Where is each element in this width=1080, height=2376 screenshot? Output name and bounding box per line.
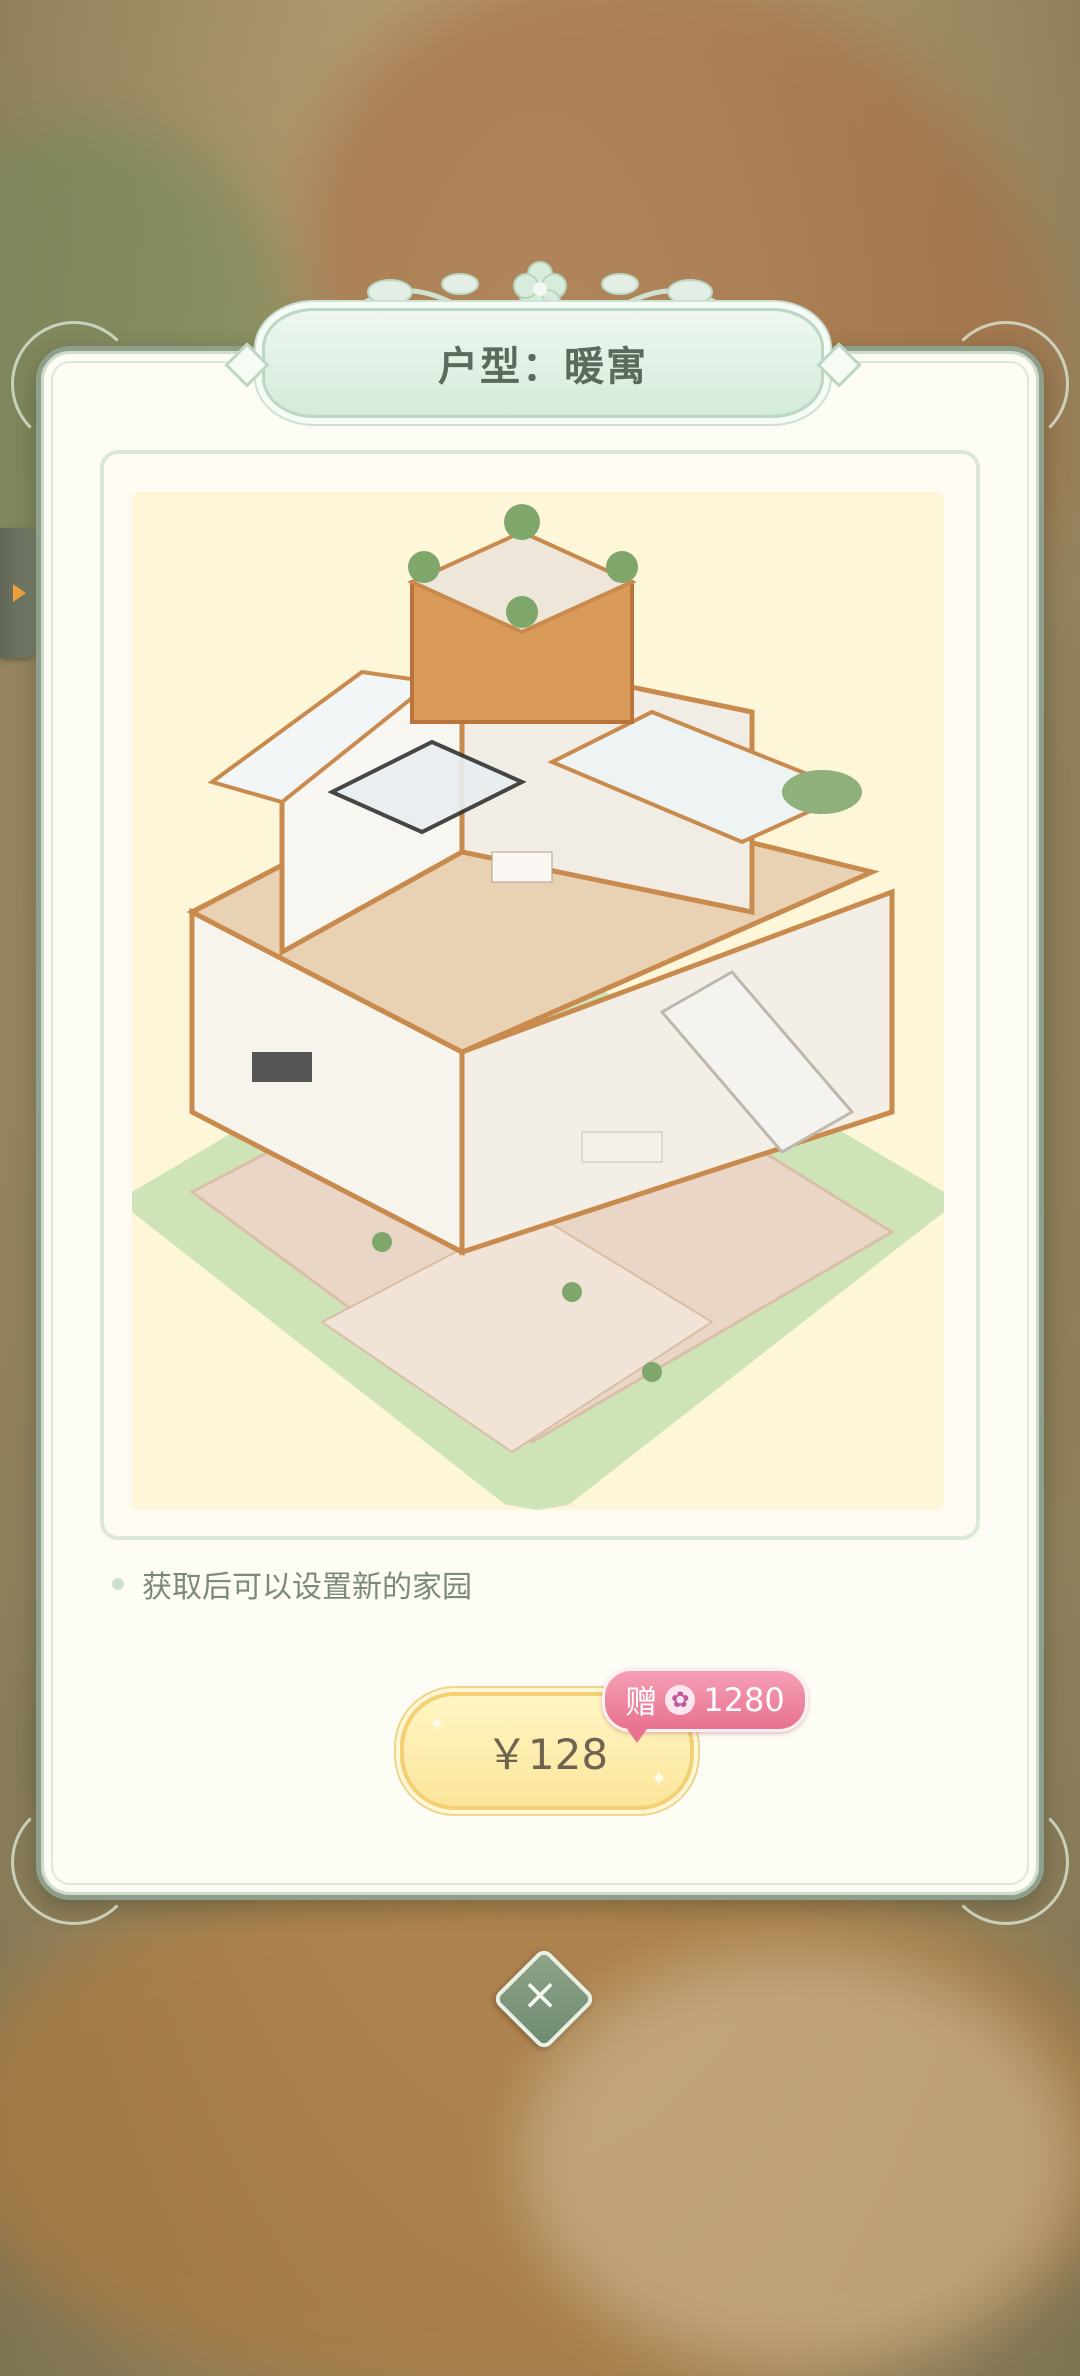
vine-corner-decoration: [943, 321, 1069, 447]
sparkle-icon: ✦: [428, 1712, 447, 1737]
bonus-label: 赠: [625, 1683, 658, 1721]
badge-tail: [627, 1729, 647, 1743]
vine-corner-decoration: [11, 1799, 137, 1925]
title-plaque: 户型：暖寓: [224, 308, 862, 418]
bonus-badge: 赠 ✿ 1280: [602, 1668, 808, 1743]
background-path: [520, 1950, 1080, 2370]
sparkle-icon: ✦: [649, 1767, 668, 1792]
vine-corner-decoration: [11, 321, 137, 447]
expand-arrow-icon: [12, 584, 26, 602]
acquire-note: 获取后可以设置新的家园: [112, 1562, 472, 1606]
price-label: ￥128: [485, 1729, 609, 1779]
house-preview: [132, 492, 944, 1510]
bonus-amount: 1280: [703, 1681, 785, 1719]
bullet-dot-icon: [112, 1578, 124, 1590]
side-expand-tab[interactable]: [0, 528, 38, 658]
star-gem-icon: ✿: [665, 1685, 696, 1715]
game-screen: 户型：暖寓 获取后可以设置新的家园 ✦ ✦ ￥128 赠 ✿ 1280 ×: [0, 0, 1080, 2376]
note-text: 获取后可以设置新的家园: [142, 1570, 472, 1605]
dialog-title: 户型：暖寓: [438, 344, 648, 390]
house-illustration: [132, 504, 944, 1510]
vine-corner-decoration: [943, 1799, 1069, 1925]
